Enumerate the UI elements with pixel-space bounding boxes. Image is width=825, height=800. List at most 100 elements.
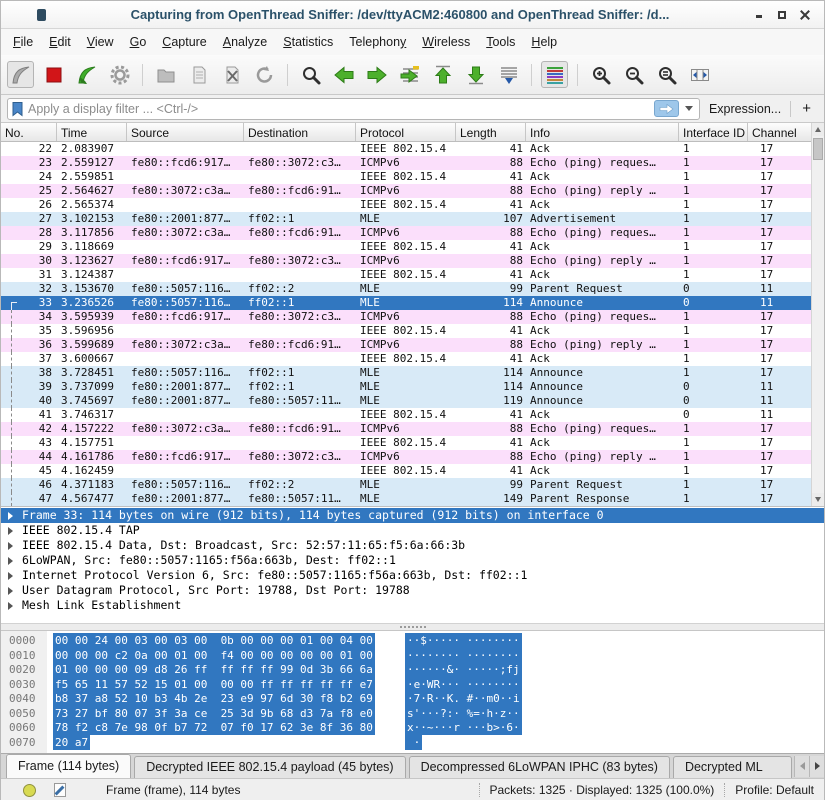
menu-item-help[interactable]: Help xyxy=(523,31,565,53)
packet-row-27[interactable]: 273.102153fe80::2001:877…ff02::1MLE107Ad… xyxy=(1,212,811,226)
packet-row-33[interactable]: 333.236526fe80::5057:116…ff02::1MLE114An… xyxy=(1,296,811,310)
hex-bytes[interactable]: 01 00 00 00 09 d8 26 ff ff ff ff 99 0d 3… xyxy=(47,663,387,678)
packet-row-35[interactable]: 353.596956IEEE 802.15.441Ack117 xyxy=(1,324,811,338)
packet-row-44[interactable]: 444.161786fe80::fcd6:917…fe80::3072:c3…I… xyxy=(1,450,811,464)
hex-bytes[interactable]: 78 f2 c8 7e 98 0f b7 72 07 f0 17 62 3e 8… xyxy=(47,721,387,736)
menu-item-file[interactable]: File xyxy=(5,31,41,53)
hex-ascii[interactable]: · xyxy=(387,736,422,751)
detail-row-3[interactable]: 6LoWPAN, Src: fe80::5057:1165:f56a:663b,… xyxy=(1,553,824,568)
hex-row-0020[interactable]: 002001 00 00 00 09 d8 26 ff ff ff ff 99 … xyxy=(1,663,824,678)
packet-row-43[interactable]: 434.157751IEEE 802.15.441Ack117 xyxy=(1,436,811,450)
hex-row-0040[interactable]: 0040b8 37 a8 52 10 b3 4b 2e 23 e9 97 6d … xyxy=(1,692,824,707)
column-header-no[interactable]: No. xyxy=(1,123,57,141)
hex-ascii[interactable]: ········ ········ xyxy=(387,649,522,664)
hex-ascii[interactable]: ······&· ·····;fj xyxy=(387,663,522,678)
packet-row-41[interactable]: 413.746317IEEE 802.15.441Ack011 xyxy=(1,408,811,422)
resize-columns-button[interactable] xyxy=(686,61,713,88)
tab-scroll-left-button[interactable] xyxy=(794,756,809,777)
minimize-icon[interactable] xyxy=(754,10,764,20)
column-header-info[interactable]: Info xyxy=(526,123,679,141)
close-file-button[interactable] xyxy=(218,61,245,88)
column-header-source[interactable]: Source xyxy=(127,123,244,141)
hex-row-0060[interactable]: 006078 f2 c8 7e 98 0f b7 72 07 f0 17 62 … xyxy=(1,721,824,736)
expand-arrow-icon[interactable] xyxy=(8,512,17,520)
maximize-icon[interactable] xyxy=(777,10,787,20)
menu-item-statistics[interactable]: Statistics xyxy=(275,31,341,53)
hex-bytes[interactable]: b8 37 a8 52 10 b3 4b 2e 23 e9 97 6d 30 f… xyxy=(47,692,387,707)
menu-item-capture[interactable]: Capture xyxy=(154,31,214,53)
hex-row-0070[interactable]: 007020 a7 · xyxy=(1,736,824,751)
go-first-packet-button[interactable] xyxy=(429,61,456,88)
apply-filter-button[interactable] xyxy=(654,100,679,117)
packet-row-30[interactable]: 303.123627fe80::fcd6:917…fe80::3072:c3…I… xyxy=(1,254,811,268)
scroll-up-button[interactable] xyxy=(812,123,824,136)
hex-bytes[interactable]: 73 27 bf 80 07 3f 3a ce 25 3d 9b 68 d3 7… xyxy=(47,707,387,722)
packet-row-26[interactable]: 262.565374IEEE 802.15.441Ack117 xyxy=(1,198,811,212)
packet-row-40[interactable]: 403.745697fe80::2001:877…fe80::5057:11…M… xyxy=(1,394,811,408)
hex-bytes[interactable]: 00 00 00 c2 0a 00 01 00 f4 00 00 00 00 0… xyxy=(47,649,387,664)
packet-row-46[interactable]: 464.371183fe80::5057:116…ff02::2MLE99Par… xyxy=(1,478,811,492)
hex-row-0000[interactable]: 000000 00 24 00 03 00 03 00 0b 00 00 00 … xyxy=(1,634,824,649)
hex-row-0030[interactable]: 0030f5 65 11 57 52 15 01 00 00 00 ff ff … xyxy=(1,678,824,693)
packet-row-22[interactable]: 222.083907IEEE 802.15.441Ack117 xyxy=(1,142,811,156)
byte-tab-frame-114-bytes[interactable]: Frame (114 bytes) xyxy=(6,754,131,778)
packet-row-34[interactable]: 343.595939fe80::fcd6:917…fe80::3072:c3…I… xyxy=(1,310,811,324)
detail-row-0[interactable]: Frame 33: 114 bytes on wire (912 bits), … xyxy=(1,508,824,523)
go-back-button[interactable] xyxy=(330,61,357,88)
save-file-button[interactable] xyxy=(185,61,212,88)
menu-item-go[interactable]: Go xyxy=(122,31,155,53)
hex-row-0010[interactable]: 001000 00 00 c2 0a 00 01 00 f4 00 00 00 … xyxy=(1,649,824,664)
hex-ascii[interactable]: x··~···r ···b>·6· xyxy=(387,721,522,736)
add-filter-button[interactable]: + xyxy=(795,100,818,117)
capture-options-button[interactable] xyxy=(106,61,133,88)
hex-ascii[interactable]: ·e·WR··· ········ xyxy=(387,678,522,693)
byte-tab-decrypted-ieee-802-15-4-payload-45-bytes[interactable]: Decrypted IEEE 802.15.4 payload (45 byte… xyxy=(134,756,405,778)
menu-item-edit[interactable]: Edit xyxy=(41,31,79,53)
packet-row-36[interactable]: 363.599689fe80::3072:c3a…fe80::fcd6:91…I… xyxy=(1,338,811,352)
expand-arrow-icon[interactable] xyxy=(8,542,17,550)
column-header-destination[interactable]: Destination xyxy=(244,123,356,141)
capture-comment-icon[interactable] xyxy=(54,783,66,797)
restart-capture-button[interactable] xyxy=(73,61,100,88)
hex-bytes[interactable]: 00 00 24 00 03 00 03 00 0b 00 00 00 01 0… xyxy=(47,634,387,649)
stop-capture-button[interactable] xyxy=(40,61,67,88)
column-header-interface-id[interactable]: Interface ID xyxy=(679,123,748,141)
menu-item-tools[interactable]: Tools xyxy=(478,31,523,53)
packet-row-37[interactable]: 373.600667IEEE 802.15.441Ack117 xyxy=(1,352,811,366)
expand-arrow-icon[interactable] xyxy=(8,572,17,580)
byte-tab-decrypted-ml[interactable]: Decrypted ML xyxy=(673,756,792,778)
expression-button[interactable]: Expression... xyxy=(704,102,786,116)
column-header-protocol[interactable]: Protocol xyxy=(356,123,456,141)
packet-row-39[interactable]: 393.737099fe80::2001:877…ff02::1MLE114An… xyxy=(1,380,811,394)
column-header-time[interactable]: Time xyxy=(57,123,127,141)
auto-scroll-button[interactable] xyxy=(495,61,522,88)
packet-row-24[interactable]: 242.559851IEEE 802.15.441Ack117 xyxy=(1,170,811,184)
find-packet-button[interactable] xyxy=(297,61,324,88)
scroll-thumb[interactable] xyxy=(813,138,823,160)
hex-row-0050[interactable]: 005073 27 bf 80 07 3f 3a ce 25 3d 9b 68 … xyxy=(1,707,824,722)
packet-row-38[interactable]: 383.728451fe80::5057:116…ff02::1MLE114An… xyxy=(1,366,811,380)
menu-item-telephony[interactable]: Telephony xyxy=(341,31,414,53)
reload-file-button[interactable] xyxy=(251,61,278,88)
zoom-in-button[interactable] xyxy=(587,61,614,88)
start-capture-button[interactable] xyxy=(7,61,34,88)
menu-item-wireless[interactable]: Wireless xyxy=(414,31,478,53)
hex-ascii[interactable]: s'···?:· %=·h·z·· xyxy=(387,707,522,722)
go-to-packet-button[interactable] xyxy=(396,61,423,88)
detail-row-5[interactable]: User Datagram Protocol, Src Port: 19788,… xyxy=(1,583,824,598)
expand-arrow-icon[interactable] xyxy=(8,602,17,610)
packet-row-32[interactable]: 323.153670fe80::5057:116…ff02::2MLE99Par… xyxy=(1,282,811,296)
menu-item-analyze[interactable]: Analyze xyxy=(215,31,275,53)
packet-row-23[interactable]: 232.559127fe80::fcd6:917…fe80::3072:c3…I… xyxy=(1,156,811,170)
scroll-track[interactable] xyxy=(812,136,824,493)
tab-scroll-right-button[interactable] xyxy=(809,756,824,777)
hex-bytes[interactable]: 20 a7 xyxy=(47,736,387,751)
packet-row-25[interactable]: 252.564627fe80::3072:c3a…fe80::fcd6:91…I… xyxy=(1,184,811,198)
detail-row-2[interactable]: IEEE 802.15.4 Data, Dst: Broadcast, Src:… xyxy=(1,538,824,553)
column-header-channel[interactable]: Channel xyxy=(748,123,811,141)
detail-row-4[interactable]: Internet Protocol Version 6, Src: fe80::… xyxy=(1,568,824,583)
byte-tab-decompressed-6lowpan-iphc-83-bytes[interactable]: Decompressed 6LoWPAN IPHC (83 bytes) xyxy=(409,756,670,778)
scroll-down-button[interactable] xyxy=(812,493,824,506)
hex-bytes[interactable]: f5 65 11 57 52 15 01 00 00 00 ff ff ff f… xyxy=(47,678,387,693)
packet-row-28[interactable]: 283.117856fe80::3072:c3a…fe80::fcd6:91…I… xyxy=(1,226,811,240)
